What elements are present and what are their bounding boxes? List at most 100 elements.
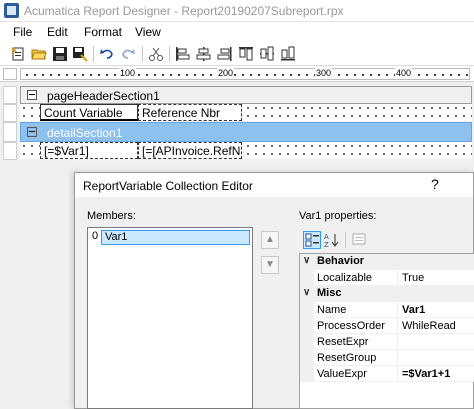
property-row[interactable]: ResetGroup	[300, 350, 474, 366]
chevron-down-icon[interactable]: ∨	[303, 255, 310, 266]
category-misc: Misc	[317, 287, 342, 299]
help-button[interactable]: ?	[431, 176, 439, 192]
band-gutter	[3, 122, 17, 142]
save-icon[interactable]	[52, 46, 68, 62]
alphabetical-icon[interactable]: AZ	[323, 231, 341, 249]
svg-text:A: A	[324, 233, 329, 241]
align-middle-icon[interactable]	[259, 46, 275, 62]
property-value[interactable]: True	[398, 270, 474, 286]
report-design-surface: pageHeaderSection1 Count Variable Refere…	[0, 82, 474, 174]
members-label: Members:	[87, 210, 136, 222]
detail-cell-var1[interactable]: [=$Var1]	[40, 142, 138, 159]
page-header-band-label: pageHeaderSection1	[47, 89, 160, 103]
band-gutter	[3, 104, 17, 122]
band-gutter	[3, 142, 17, 160]
align-center-icon[interactable]	[196, 46, 212, 62]
move-down-button[interactable]: ▼	[261, 256, 279, 274]
property-row[interactable]: ResetExpr	[300, 334, 474, 350]
align-left-icon[interactable]	[175, 46, 191, 62]
menu-edit[interactable]: Edit	[47, 25, 68, 39]
property-value[interactable]: =$Var1+1	[398, 366, 474, 382]
toolbar-separator	[345, 232, 346, 248]
open-folder-icon[interactable]	[31, 46, 47, 62]
grid-gutter	[300, 302, 314, 318]
move-up-button[interactable]: ▲	[261, 231, 279, 249]
toolbar	[0, 42, 474, 66]
new-report-icon[interactable]	[10, 46, 26, 62]
menu-format[interactable]: Format	[84, 25, 122, 39]
dialog-title-bar: ReportVariable Collection Editor ?	[75, 173, 473, 197]
page-header-content: Count Variable Reference Nbr	[20, 104, 472, 121]
align-bottom-icon[interactable]	[280, 46, 296, 62]
ruler-corner	[3, 68, 17, 80]
list-item[interactable]: 0 Var1	[90, 230, 250, 245]
properties-toolbar: AZ	[299, 227, 473, 253]
collection-editor-dialog: ReportVariable Collection Editor ? Membe…	[74, 172, 474, 409]
save-as-icon[interactable]	[72, 46, 88, 62]
property-name: ResetGroup	[314, 350, 398, 366]
property-value[interactable]	[398, 334, 474, 350]
band-gutter	[3, 86, 17, 104]
window-title: Acumatica Report Designer - Report201902…	[24, 4, 344, 18]
detail-band-label: detailSection1	[47, 126, 123, 140]
ruler-tick-label: 200	[217, 68, 235, 78]
member-index: 0	[90, 230, 100, 245]
header-cell-reference-nbr[interactable]: Reference Nbr	[138, 104, 242, 121]
ruler-tick-label: 400	[395, 68, 413, 78]
property-pages-icon[interactable]	[351, 231, 369, 249]
property-name: ProcessOrder	[314, 318, 398, 334]
properties-label: Var1 properties:	[299, 210, 377, 222]
svg-text:Z: Z	[324, 241, 329, 249]
grid-gutter	[300, 270, 314, 286]
undo-icon[interactable]	[99, 46, 115, 62]
align-top-icon[interactable]	[238, 46, 254, 62]
grid-gutter	[300, 350, 314, 366]
arrow-up-icon: ▲	[265, 234, 275, 245]
arrow-down-icon: ▼	[265, 259, 275, 270]
grid-gutter: ∨	[300, 286, 314, 302]
menu-bar: File Edit Format View	[0, 22, 474, 42]
detail-band[interactable]: detailSection1	[20, 122, 472, 142]
menu-view[interactable]: View	[135, 25, 161, 39]
cut-icon[interactable]	[148, 46, 164, 62]
category-row[interactable]: ∨ Misc	[300, 286, 474, 302]
page-header-band[interactable]: pageHeaderSection1	[20, 86, 472, 104]
chevron-down-icon[interactable]: ∨	[303, 287, 310, 298]
ruler-tick-label: 100	[119, 68, 137, 78]
dialog-title: ReportVariable Collection Editor	[83, 179, 253, 193]
property-name: Localizable	[314, 270, 398, 286]
property-row[interactable]: Localizable True	[300, 270, 474, 286]
window-title-bar: Acumatica Report Designer - Report201902…	[0, 0, 474, 22]
menu-file[interactable]: File	[13, 25, 32, 39]
grid-gutter	[300, 334, 314, 350]
toolbar-separator	[142, 46, 143, 62]
category-row[interactable]: ∨ Behavior	[300, 254, 474, 270]
detail-cell-refnbr[interactable]: [=[APInvoice.RefN	[138, 142, 242, 159]
categorized-icon[interactable]	[303, 231, 321, 249]
property-row[interactable]: ProcessOrder WhileRead	[300, 318, 474, 334]
collapse-minus-icon[interactable]	[27, 90, 37, 100]
property-grid: ∨ Behavior Localizable True ∨ Misc Name …	[299, 253, 474, 409]
detail-content: [=$Var1] [=[APInvoice.RefN	[20, 142, 472, 159]
members-list[interactable]: 0 Var1	[87, 227, 253, 409]
align-right-icon[interactable]	[217, 46, 233, 62]
report-designer-icon	[4, 3, 19, 18]
property-name: ValueExpr	[314, 366, 398, 382]
toolbar-separator	[169, 46, 170, 62]
property-row[interactable]: ValueExpr =$Var1+1	[300, 366, 474, 382]
ruler-tick-label: 300	[315, 68, 333, 78]
property-value[interactable]: WhileRead	[398, 318, 474, 334]
property-row[interactable]: Name Var1	[300, 302, 474, 318]
header-cell-count-variable[interactable]: Count Variable	[40, 104, 138, 121]
property-value[interactable]: Var1	[398, 302, 474, 318]
grid-gutter	[300, 366, 314, 382]
toolbar-separator	[93, 46, 94, 62]
collapse-minus-icon[interactable]	[27, 127, 37, 137]
horizontal-ruler: 100 200 300 400	[20, 68, 470, 80]
category-behavior: Behavior	[317, 255, 365, 267]
redo-icon[interactable]	[120, 46, 136, 62]
property-name: ResetExpr	[314, 334, 398, 350]
property-value[interactable]	[398, 350, 474, 366]
grid-gutter	[300, 318, 314, 334]
member-name[interactable]: Var1	[101, 230, 250, 245]
